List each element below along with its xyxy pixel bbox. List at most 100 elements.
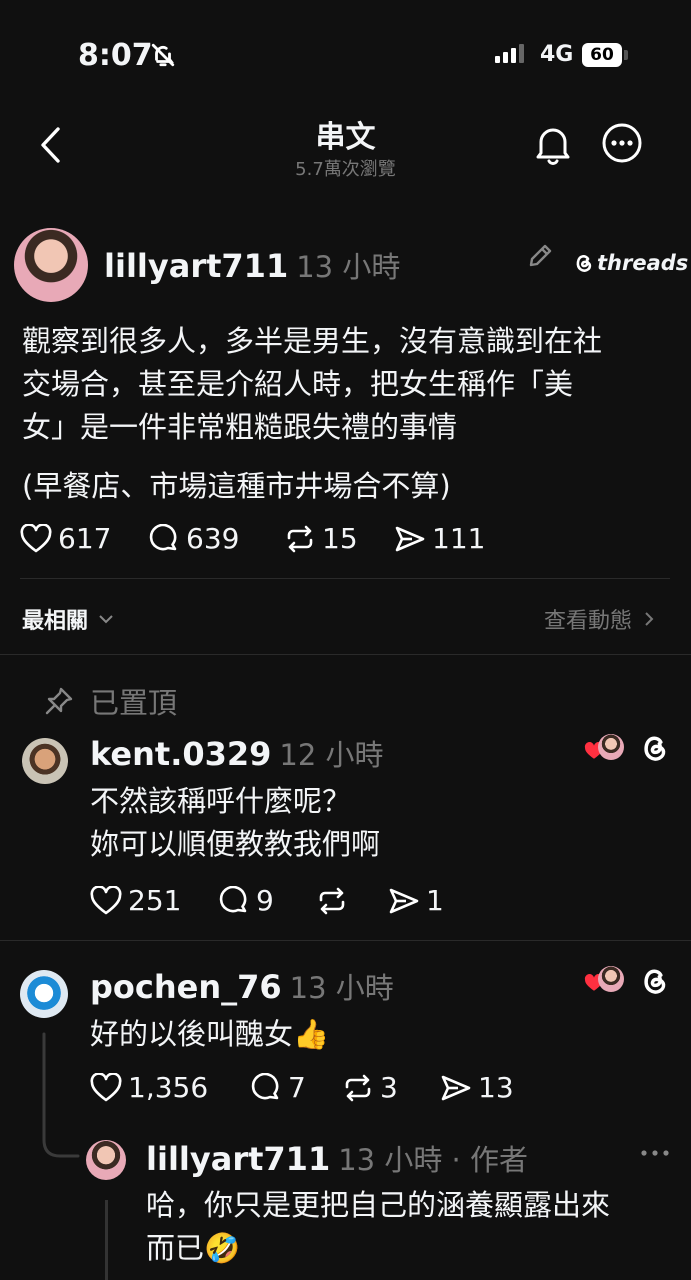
divider: [0, 654, 691, 655]
comment-text: 不然該稱呼什麼呢？ 妳可以順便教教我們啊: [90, 780, 380, 866]
more-options-icon[interactable]: [601, 122, 643, 164]
chevron-down-icon: [99, 615, 113, 624]
author-liked-indicator: [584, 966, 628, 996]
comment-icon: [251, 1072, 279, 1099]
like-count: 251: [128, 884, 182, 917]
author-mini-avatar: [598, 734, 624, 760]
repost-icon: [319, 887, 345, 914]
post-username[interactable]: lillyart711: [104, 247, 288, 285]
reply-text: 哈，你只是更把自己的涵養顯露出來 而已🤣: [146, 1184, 610, 1270]
share-count: 13: [478, 1071, 514, 1104]
comment-time: 13 小時: [289, 971, 394, 1005]
reply-time: 13 小時 · 作者: [338, 1143, 528, 1177]
brand-label: threads: [597, 251, 689, 275]
post-text-line: 女」是一件非常粗糙跟失禮的事情: [22, 410, 458, 444]
threads-logo-icon[interactable]: [640, 732, 670, 764]
thread-line: [105, 1200, 108, 1280]
repost-button[interactable]: 15: [284, 522, 394, 555]
share-button[interactable]: 13: [440, 1071, 514, 1104]
comment-text-line: 不然該稱呼什麼呢？: [90, 784, 352, 818]
silent-bell-icon: [151, 43, 175, 67]
network-type: 4G: [540, 42, 574, 67]
chevron-right-icon: [645, 612, 654, 626]
repost-button[interactable]: 3: [342, 1071, 440, 1104]
comment-username[interactable]: kent.0329: [90, 735, 271, 773]
post-header: lillyart711 13 小時: [104, 244, 400, 286]
heart-icon: [20, 523, 52, 552]
edit-pencil-icon: [529, 244, 552, 267]
share-button[interactable]: 1: [388, 884, 444, 917]
author-mini-avatar: [598, 966, 624, 992]
heart-icon: [90, 1072, 122, 1101]
repost-count: 3: [380, 1071, 398, 1104]
heart-icon: [90, 885, 122, 914]
post-text-extra: (早餐店、市場這種市井場合不算): [22, 469, 451, 503]
signal-icon: [495, 44, 524, 63]
pin-icon: [45, 687, 73, 715]
sort-label: 最相關: [22, 609, 89, 634]
battery-cap: [624, 50, 628, 60]
reply-username[interactable]: lillyart711: [146, 1140, 330, 1178]
like-button[interactable]: 1,356: [90, 1071, 250, 1104]
comment-text-line: 好的以後叫醜女👍: [90, 1017, 330, 1051]
reply-button[interactable]: 9: [218, 884, 316, 917]
threads-brand: threads: [574, 251, 688, 275]
comment-action-bar: 1,356 7 3 13: [90, 1071, 514, 1104]
status-time: 8:07: [78, 38, 153, 73]
post-action-bar: 617 639 15 111: [20, 522, 485, 555]
repost-count: 15: [322, 522, 358, 555]
thread-connector: [42, 1032, 80, 1158]
author-liked-indicator: [584, 734, 628, 764]
comment-header: pochen_76 13 小時: [90, 965, 394, 1007]
comment-text-line: 妳可以順便教教我們啊: [90, 827, 381, 861]
comment-time: 12 小時: [279, 738, 384, 772]
share-count: 1: [426, 884, 444, 917]
comment-action-bar: 251 9 1: [90, 884, 444, 917]
post-text-line: 交場合，甚至是介紹人時，把女生稱作「美: [22, 367, 574, 401]
reply-button[interactable]: 7: [250, 1071, 342, 1104]
reply-count: 7: [288, 1071, 306, 1104]
repost-button[interactable]: [316, 886, 388, 916]
view-activity-label: 查看動態: [544, 609, 633, 634]
view-activity-link[interactable]: 查看動態: [544, 603, 654, 635]
reply-header: lillyart711 13 小時 · 作者: [146, 1137, 528, 1179]
reply-count: 639: [186, 522, 240, 555]
comment-username[interactable]: pochen_76: [90, 968, 282, 1006]
commenter-avatar[interactable]: [20, 970, 68, 1018]
reply-avatar[interactable]: [86, 1140, 126, 1180]
commenter-avatar[interactable]: [22, 738, 68, 784]
sort-dropdown[interactable]: 最相關: [22, 603, 114, 635]
send-icon: [395, 526, 425, 551]
post-text-line: 觀察到很多人，多半是男生，沒有意識到在社: [22, 324, 603, 358]
repost-icon: [287, 525, 313, 552]
threads-logo-icon: [576, 255, 592, 272]
send-icon: [389, 888, 419, 913]
reply-text-line: 哈，你只是更把自己的涵養顯露出來: [146, 1188, 611, 1222]
pinned-label: 已置頂: [90, 686, 178, 720]
reply-count: 9: [256, 884, 274, 917]
like-button[interactable]: 617: [20, 522, 148, 555]
comment-text: 好的以後叫醜女👍: [90, 1013, 329, 1056]
more-dots-icon[interactable]: [640, 1148, 670, 1158]
like-count: 1,356: [128, 1071, 209, 1104]
post-text: 觀察到很多人，多半是男生，沒有意識到在社 交場合，甚至是介紹人時，把女生稱作「美…: [22, 320, 682, 449]
battery-icon: 60: [582, 43, 622, 67]
view-count: 5.7萬次瀏覽: [295, 159, 396, 180]
author-avatar[interactable]: [14, 228, 88, 302]
notification-bell-icon[interactable]: [532, 122, 574, 166]
repost-icon: [345, 1074, 371, 1101]
like-button[interactable]: 251: [90, 884, 218, 917]
send-icon: [441, 1075, 471, 1100]
post-time: 13 小時: [296, 250, 401, 284]
divider: [0, 940, 691, 941]
reply-button[interactable]: 639: [148, 522, 284, 555]
share-button[interactable]: 111: [394, 522, 485, 555]
reply-text-line: 而已🤣: [146, 1231, 241, 1265]
page-title: 串文: [315, 120, 376, 155]
share-count: 111: [432, 522, 486, 555]
comment-header: kent.0329 12 小時: [90, 732, 384, 774]
like-count: 617: [58, 522, 112, 555]
divider: [20, 578, 670, 579]
threads-logo-icon[interactable]: [640, 965, 670, 997]
comment-icon: [149, 523, 177, 550]
